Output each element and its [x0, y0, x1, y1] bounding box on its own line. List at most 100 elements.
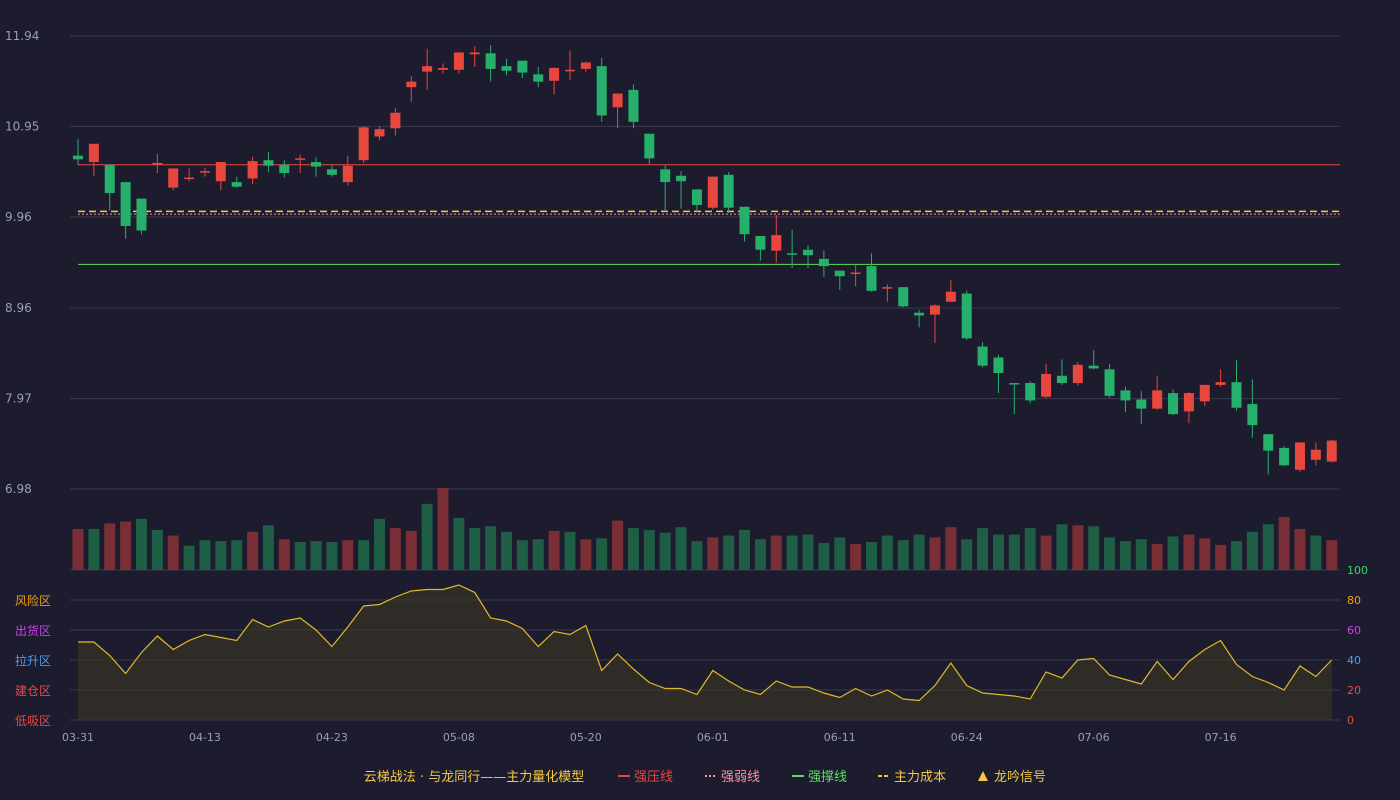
candle-body [533, 74, 544, 82]
indicator-tick-label: 100 [1347, 564, 1368, 577]
volume-bar [1056, 524, 1068, 570]
candle-body [279, 164, 290, 173]
volume-bar [1024, 528, 1036, 570]
candle-body [993, 357, 1004, 374]
volume-bar [231, 540, 243, 570]
volume-bar [881, 535, 893, 570]
candle-body [739, 206, 750, 235]
volume-bar [850, 543, 862, 570]
candle-body [1215, 382, 1226, 385]
volume-bar [1040, 535, 1052, 570]
candle-body [1168, 393, 1179, 415]
volume-bars [72, 488, 1338, 570]
candle-body [485, 53, 496, 69]
date-tick-label: 06-01 [697, 731, 729, 744]
volume-bar [247, 531, 259, 570]
candle-body [406, 81, 417, 88]
volume-bar [500, 531, 512, 570]
candle-body [73, 155, 83, 160]
volume-bar [104, 523, 116, 570]
volume-bar [596, 538, 608, 570]
volume-bar [1104, 537, 1116, 570]
candle-body [834, 270, 845, 277]
volume-bar [770, 535, 782, 570]
candle-body [866, 266, 877, 291]
candle-body [1104, 369, 1115, 396]
legend-label: 强压线 [634, 770, 673, 785]
candle-body [1263, 434, 1274, 451]
volume-bar [469, 528, 481, 570]
volume-bar [802, 534, 814, 570]
volume-bar [278, 539, 290, 570]
candle-body [184, 177, 195, 180]
volume-bar [1294, 529, 1306, 570]
volume-bar [691, 541, 703, 570]
candle-body [1310, 449, 1321, 460]
candle-body [1326, 440, 1337, 462]
candle-body [104, 164, 115, 194]
indicator-tick-label: 40 [1347, 654, 1361, 667]
candle-body [390, 112, 401, 129]
volume-bar [929, 537, 941, 570]
volume-bar [786, 535, 798, 570]
indicator-tick-label: 80 [1347, 594, 1361, 607]
candle-body [707, 176, 718, 208]
volume-bar [1151, 543, 1163, 570]
price-axis-labels: 11.94 10.95 9.96 8.96 7.97 6.98 [5, 29, 39, 496]
candle-body [263, 160, 274, 166]
volume-bar [1231, 541, 1243, 570]
legend-label: 龙吟信号 [994, 769, 1046, 785]
volume-bar [754, 539, 766, 570]
candle-body [1152, 390, 1163, 409]
volume-bar [992, 534, 1004, 570]
volume-bar [1278, 516, 1290, 570]
volume-bar [659, 532, 671, 570]
volume-bar [310, 541, 322, 570]
volume-bar [120, 521, 132, 570]
date-tick-label: 04-23 [316, 731, 348, 744]
candle-body [295, 158, 306, 160]
candle-body [723, 174, 734, 208]
candle-body [644, 133, 655, 159]
candle-body [1247, 404, 1258, 426]
volume-bar [1246, 531, 1258, 570]
candle-body [564, 69, 575, 72]
volume-bar [818, 542, 830, 570]
candle-body [88, 143, 99, 163]
candle-body [882, 287, 893, 289]
volume-bar [453, 517, 465, 570]
volume-bar [564, 531, 576, 570]
volume-bar [945, 527, 957, 570]
volume-bar [151, 529, 163, 570]
zone-label: 出货区 [15, 623, 51, 638]
date-axis-labels: 03-31 04-13 04-23 05-08 05-20 06-01 06-11 06-24… [62, 731, 1237, 744]
volume-bar [1183, 534, 1195, 570]
candle-body [612, 93, 623, 108]
candle-body [501, 66, 512, 71]
legend-label: 强弱线 [721, 770, 760, 785]
volume-bar [262, 525, 274, 570]
volume-bar [1167, 536, 1179, 570]
candle-body [1279, 447, 1290, 466]
zone-label: 风险区 [15, 593, 51, 608]
candle-body [215, 162, 226, 182]
candle-body [1088, 365, 1099, 369]
volume-bar [485, 526, 497, 570]
price-tick-label: 10.95 [5, 119, 39, 133]
chart-canvas: 11.94 10.95 9.96 8.96 7.97 6.98 100 80 60 40 20 0 风… [5, 29, 1368, 785]
candle-body [787, 253, 798, 255]
volume-bar [88, 529, 100, 570]
volume-bar [199, 540, 211, 570]
volume-bar [421, 503, 433, 570]
date-tick-label: 04-13 [189, 731, 221, 744]
volume-bar [135, 518, 147, 570]
volume-bar [389, 528, 401, 570]
candle-body [1072, 364, 1083, 384]
date-tick-label: 06-11 [824, 731, 856, 744]
volume-bar [707, 537, 719, 570]
candle-body [1025, 383, 1036, 401]
legend-label: 强撑线 [808, 770, 847, 785]
price-tick-label: 9.96 [5, 210, 32, 224]
candle-body [311, 162, 322, 167]
candle-body [914, 312, 925, 316]
